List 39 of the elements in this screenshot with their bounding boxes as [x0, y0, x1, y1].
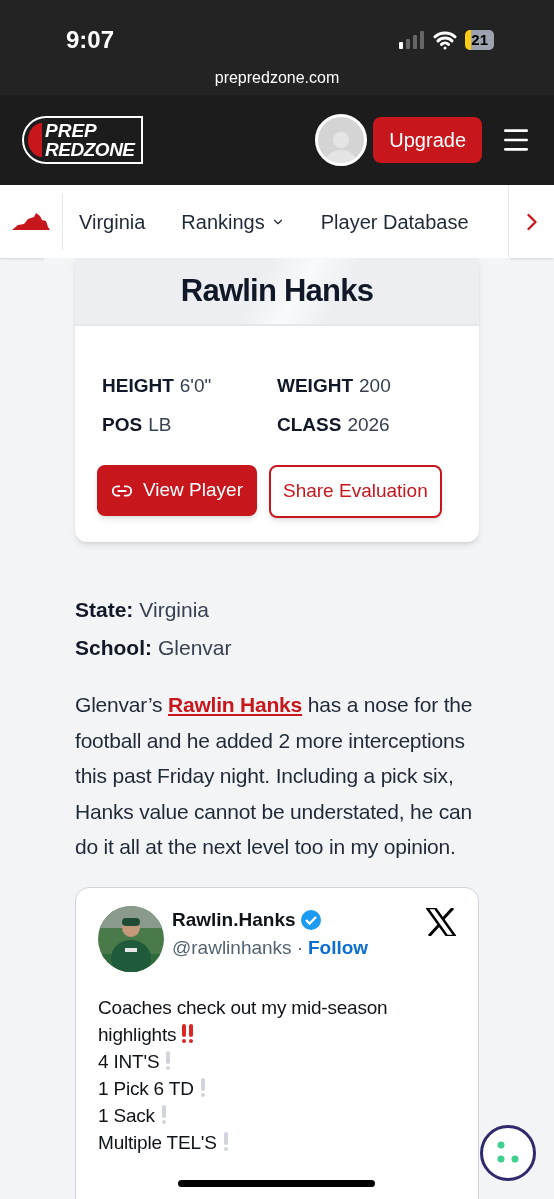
stat-label: HEIGHT — [102, 374, 174, 398]
detail-value: Virginia — [139, 597, 209, 623]
user-avatar[interactable] — [315, 114, 368, 166]
detail-label: School: — [75, 634, 152, 661]
detail-value: Glenvar — [158, 634, 232, 661]
share-evaluation-button[interactable]: Share Evaluation — [269, 465, 442, 518]
site-logo[interactable]: PREP REDZONE — [22, 116, 143, 164]
stat-label: WEIGHT — [277, 374, 353, 398]
stat-value: 6'0" — [179, 374, 212, 398]
nav-link[interactable]: Player Database — [320, 206, 469, 237]
x-logo-icon — [426, 907, 456, 936]
player-link[interactable]: Rawlin Hanks — [167, 693, 303, 716]
tweet-line: Multiple TEL'S — [98, 1131, 217, 1153]
stat-value: 200 — [359, 374, 391, 398]
nav-link[interactable]: Rankings — [181, 206, 285, 237]
stat-label: CLASS — [277, 412, 342, 437]
article-paragraph: Glenvar’s Rawlin Hanks has a nose for the football and he added 2 more interceptions this past Friday night. Including a pick six, Hanks value cannot be understated, he can do it all at the next level too in my opinion. — [75, 692, 474, 860]
tweet-line: 1 Sack — [98, 1104, 155, 1126]
stat-label: POS — [102, 412, 143, 437]
cookie-icon[interactable] — [480, 1125, 536, 1181]
state-map-icon — [12, 212, 50, 231]
upgrade-button[interactable]: Upgrade — [373, 117, 482, 163]
stat-value: 2026 — [347, 412, 390, 437]
player-name: Rawlin Hanks — [180, 271, 374, 310]
signal-icon — [399, 31, 426, 49]
nav-link[interactable]: Virginia — [79, 206, 146, 237]
view-player-button[interactable]: View Player — [97, 465, 257, 516]
tweet-author: Rawlin.Hanks — [172, 907, 296, 932]
stat-value: LB — [148, 412, 172, 437]
tweet-line: Coaches check out my mid-season highlights — [98, 996, 388, 1045]
tweet-handle: @rawlinhanks — [172, 936, 292, 960]
detail-label: State: — [75, 597, 134, 623]
status-time: 9:07 — [66, 25, 115, 55]
battery-indicator: 21 — [465, 30, 494, 50]
url-text: prepredzone.com — [213, 68, 341, 88]
tweet-line: 1 Pick 6 TD — [98, 1077, 194, 1099]
separator-dot: · — [296, 936, 303, 960]
follow-link[interactable]: Follow — [307, 934, 369, 963]
tweet-line: 4 INT'S — [98, 1050, 160, 1072]
